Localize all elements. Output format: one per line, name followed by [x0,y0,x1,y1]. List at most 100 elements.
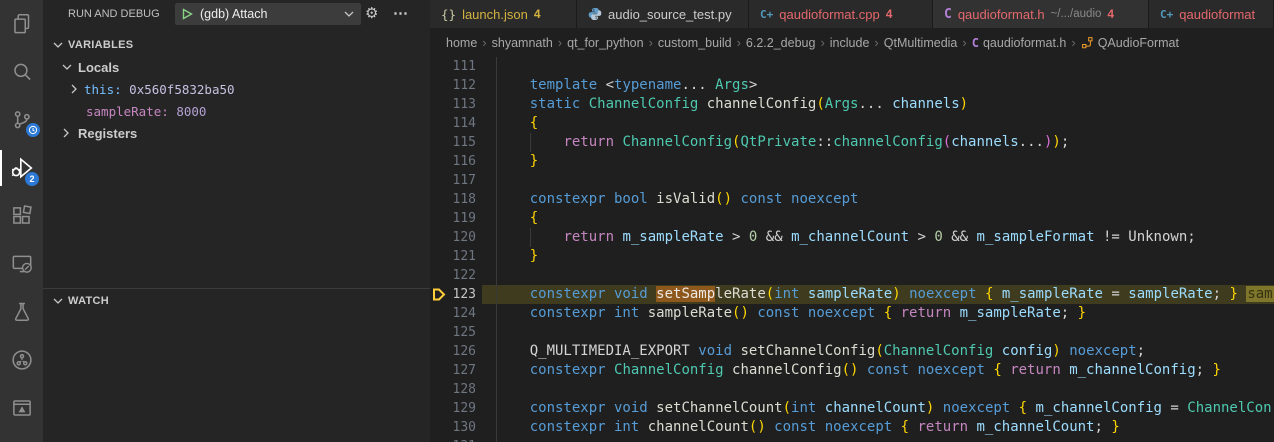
code-token: ; [1196,362,1213,378]
code-line-114[interactable]: 114 { [430,114,1274,133]
code-token: ; [1137,343,1145,359]
line-number[interactable]: 114 [430,114,476,133]
tab-launch.json[interactable]: {}launch.json4 [430,0,577,28]
tab-problems-badge: 4 [886,7,893,21]
line-number[interactable]: 116 [430,152,476,171]
code-token: constexpr void [530,400,656,416]
activity-item-search[interactable] [0,48,43,96]
tab-qaudioformat.cpp[interactable]: C+qaudioformat.cpp4 [749,0,933,28]
chevron-down-icon [344,11,354,18]
activity-item-testing[interactable] [0,288,43,336]
symbol-class-icon [1081,36,1094,49]
remote-explorer-icon [9,251,35,277]
breadcrumb-item-include[interactable]: include [830,36,870,50]
line-number[interactable]: 127 [430,361,476,380]
activity-item-explorer[interactable] [0,0,43,48]
code-token: ( [783,400,791,416]
code-line-113[interactable]: 113 static ChannelConfig channelConfig(A… [430,95,1274,114]
code-line-121[interactable]: 121 } [430,247,1274,266]
code-line-120[interactable]: 120 return m_sampleRate > 0 && m_channel… [430,228,1274,247]
debug-config-select[interactable]: (gdb) Attach [175,3,361,25]
code-editor[interactable]: 111112 template <typename... Args>113 st… [430,57,1274,442]
debug-start-icon[interactable] [182,8,193,20]
activity-item-commit-graph[interactable] [0,336,43,384]
breadcrumb-separator: › [820,35,824,50]
line-number[interactable]: 124 [430,304,476,323]
line-number[interactable]: 122 [430,266,476,285]
tab-qaudioformat[interactable]: C+qaudioformat [1149,0,1274,28]
section-divider[interactable] [43,288,430,289]
code-token [1061,343,1069,359]
activity-item-source-control[interactable] [0,96,43,144]
code-line-125[interactable]: 125 [430,323,1274,342]
variable-this[interactable]: this: 0x560f5832ba50 [43,79,430,99]
breadcrumb-item-shyamnath[interactable]: shyamnath [492,36,553,50]
tab-audio_source_test.py[interactable]: audio_source_test.py [577,0,749,28]
code-line-129[interactable]: 129 constexpr void setChannelCount(int c… [430,399,1274,418]
breadcrumb-item-custom_build[interactable]: custom_build [658,36,732,50]
tab-qaudioformat.h[interactable]: Cqaudioformat.h~/.../audio4 [933,0,1149,28]
line-number[interactable]: 115 [430,133,476,152]
code-line-123[interactable]: 123 constexpr void setSampleRate(int sam… [430,285,1274,304]
code-line-115[interactable]: 115 return ChannelConfig(QtPrivate::chan… [430,133,1274,152]
activity-item-panel-view[interactable] [0,384,43,432]
line-number[interactable]: 128 [430,380,476,399]
code-line-128[interactable]: 128 [430,380,1274,399]
line-number[interactable]: 126 [430,342,476,361]
line-number[interactable]: 119 [430,209,476,228]
line-number[interactable]: 113 [430,95,476,114]
activity-item-extensions[interactable] [0,192,43,240]
line-number[interactable]: 112 [430,76,476,95]
code-line-112[interactable]: 112 template <typename... Args> [430,76,1274,95]
code-line-126[interactable]: 126 Q_MULTIMEDIA_EXPORT void setChannelC… [430,342,1274,361]
tab-label: launch.json [462,7,528,22]
code-line-117[interactable]: 117 [430,171,1274,190]
tab-label: qaudioformat.cpp [779,7,879,22]
activity-item-remote-explorer[interactable] [0,240,43,288]
code-line-130[interactable]: 130 constexpr int channelCount() const n… [430,418,1274,437]
code-token [496,96,530,112]
line-number[interactable]: 129 [430,399,476,418]
code-line-124[interactable]: 124 constexpr int sampleRate() const noe… [430,304,1274,323]
code-line-111[interactable]: 111 [430,57,1274,76]
code-line-116[interactable]: 116 } [430,152,1274,171]
breadcrumb-item-qaudioformat.h[interactable]: Cqaudioformat.h [972,36,1067,50]
line-number[interactable]: 125 [430,323,476,342]
variable-name: sampleRate: [86,104,169,119]
gear-icon[interactable]: ⚙ [365,4,378,22]
locals-group[interactable]: Locals [43,57,430,77]
variable-sampleRate[interactable]: sampleRate: 8000 [43,101,430,121]
code-token: ; [1095,419,1112,435]
breadcrumb-item-qt_for_python[interactable]: qt_for_python [567,36,643,50]
breadcrumb-item-QtMultimedia[interactable]: QtMultimedia [884,36,958,50]
breadcrumb-item-QAudioFormat[interactable]: QAudioFormat [1081,36,1179,50]
watch-section-header[interactable]: WATCH [43,291,430,311]
code-line-118[interactable]: 118 constexpr bool isValid() const noexc… [430,190,1274,209]
code-token: ( [875,343,883,359]
editor-tab-bar: {}launch.json4audio_source_test.py C+qaud… [430,0,1274,28]
code-text: return m_sampleRate > 0 && m_channelCoun… [496,228,1196,247]
line-number[interactable]: 118 [430,190,476,209]
activity-item-run-and-debug[interactable]: 2 [0,144,43,192]
line-number[interactable]: 111 [430,57,476,76]
line-number[interactable]: 117 [430,171,476,190]
breadcrumb-item-6.2.2_debug[interactable]: 6.2.2_debug [746,36,816,50]
more-actions-icon[interactable]: ⋯ [393,4,408,22]
code-line-131[interactable]: 131 [430,437,1274,442]
code-token: setSamp [656,286,715,302]
code-token: noexcept [1069,343,1136,359]
registers-group[interactable]: Registers [43,123,430,143]
line-number[interactable]: 130 [430,418,476,437]
line-number[interactable]: 121 [430,247,476,266]
activity-bar: 2 [0,0,43,442]
code-line-119[interactable]: 119 { [430,209,1274,228]
code-token: ) [1052,343,1060,359]
code-text: constexpr void setChannelCount(int chann… [496,399,1272,418]
breadcrumb-item-home[interactable]: home [446,36,477,50]
line-number[interactable]: 131 [430,437,476,442]
tab-problems-badge: 4 [1107,7,1114,21]
variables-section-header[interactable]: VARIABLES [43,35,430,55]
code-line-127[interactable]: 127 constexpr ChannelConfig channelConfi… [430,361,1274,380]
line-number[interactable]: 120 [430,228,476,247]
code-line-122[interactable]: 122 [430,266,1274,285]
